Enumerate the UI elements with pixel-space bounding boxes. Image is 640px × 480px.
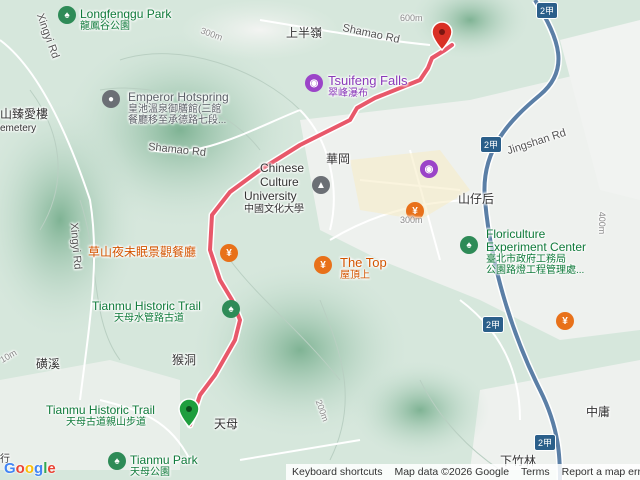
camera-icon[interactable]: ◉ [420,160,438,178]
fork-knife-icon[interactable]: ¥ [314,256,332,274]
tree-icon[interactable]: ♠ [460,236,478,254]
poi-label-zh: 公園路燈工程管理處... [486,265,585,277]
route-shield: 2甲 [482,316,505,333]
place-label: 中庸 [586,405,611,419]
place-label: 天母 [214,417,239,431]
camera-icon[interactable]: ◉ [305,74,323,92]
place-label: 磺溪 [36,357,61,371]
attribution-bar: Keyboard shortcuts Map data ©2026 Google… [286,464,640,480]
poi-label-zh: 龍鳳谷公園 [80,21,130,33]
poi-label-zh: 中國文化大學 [244,204,304,215]
poi-label: Tianmu Historic Trail [46,403,155,417]
poi-chinese-culture-university[interactable]: Chinese [260,161,305,175]
poi-label-zh: 天母公園 [130,467,170,479]
graduation-cap-icon[interactable]: ▲ [312,176,330,194]
poi-label-zh: 臺北市政府工務局 [486,254,566,266]
place-label: emetery [0,123,37,134]
report-map-error-link[interactable]: Report a map error [562,466,640,478]
poi-label: Tianmu Park [130,453,198,467]
tree-icon[interactable]: ♠ [58,6,76,24]
place-label: 山仔后 [458,192,495,206]
poi-label-zh: 餐廳移至承德路七段... [128,115,227,127]
poi-tianmu-park[interactable]: Tianmu Park 天母公園 [130,453,198,479]
contour-label: 400m [597,211,608,235]
map-canvas[interactable]: 2甲 2甲 2甲 2甲 ♠ Longfenggu Park 龍鳳谷公園 ● Em… [0,0,640,480]
poi-emperor-hotspring[interactable]: Emperor Hotspring 皇池溫泉御膳館(三館 餐廳移至承德路七段..… [128,90,229,127]
poi-label-zh: 皇池溫泉御膳館(三館 [128,104,222,116]
route-shield: 2甲 [480,136,503,153]
poi-tianmu-historic-trail-2[interactable]: Tianmu Historic Trail 天母古道親山步道 [46,403,155,429]
poi-floriculture-center[interactable]: Floriculture Experiment Center 臺北市政府工務局 … [486,227,587,277]
place-label: 山臻愛樓 [0,107,49,121]
tree-icon[interactable]: ♠ [222,300,240,318]
poi-label: Chinese [260,161,305,175]
poi-label-zh: 天母古道親山步道 [66,417,146,429]
poi-label: Culture [260,175,299,189]
poi-longfenggu-park[interactable]: Longfenggu Park 龍鳳谷公園 [80,7,172,33]
poi-label: Tianmu Historic Trail [92,299,201,313]
place-label: 上半嶺 [286,26,323,40]
poi-tianmu-historic-trail[interactable]: Tianmu Historic Trail 天母水管路古道 [92,299,201,325]
poi-caoshan-restaurant[interactable]: 草山夜未眠景觀餐廳 [88,245,196,259]
poi-label: The Top [340,255,387,270]
poi-label: Emperor Hotspring [128,90,229,104]
place-label: 猴洞 [172,353,197,367]
contour-label: 300m [400,215,423,225]
place-label: 華岡 [326,152,351,166]
route-shield: 2甲 [536,2,559,19]
poi-label-zh: 屋頂上 [340,270,370,282]
tree-icon[interactable]: ♠ [108,452,126,470]
contour-label: 600m [400,13,423,23]
fork-knife-icon[interactable]: ¥ [556,312,574,330]
poi-label: Experiment Center [486,240,587,255]
terms-link[interactable]: Terms [521,466,550,478]
route-shield: 2甲 [534,434,557,451]
map-data-text: Map data ©2026 Google [394,466,510,478]
poi-label: Longfenggu Park [80,7,172,21]
poi-label: University [244,189,297,203]
google-logo: Google [4,460,56,477]
poi-the-top[interactable]: The Top 屋頂上 [340,255,387,282]
keyboard-shortcuts-link[interactable]: Keyboard shortcuts [292,466,382,478]
poi-label-zh: 翠峰瀑布 [328,88,368,100]
fork-knife-icon[interactable]: ¥ [220,244,238,262]
poi-tsuifeng-falls[interactable]: Tsuifeng Falls 翠峰瀑布 [328,73,408,100]
hotspring-icon[interactable]: ● [102,90,120,108]
poi-label-zh: 天母水管路古道 [114,313,184,325]
poi-label: Tsuifeng Falls [328,73,408,88]
